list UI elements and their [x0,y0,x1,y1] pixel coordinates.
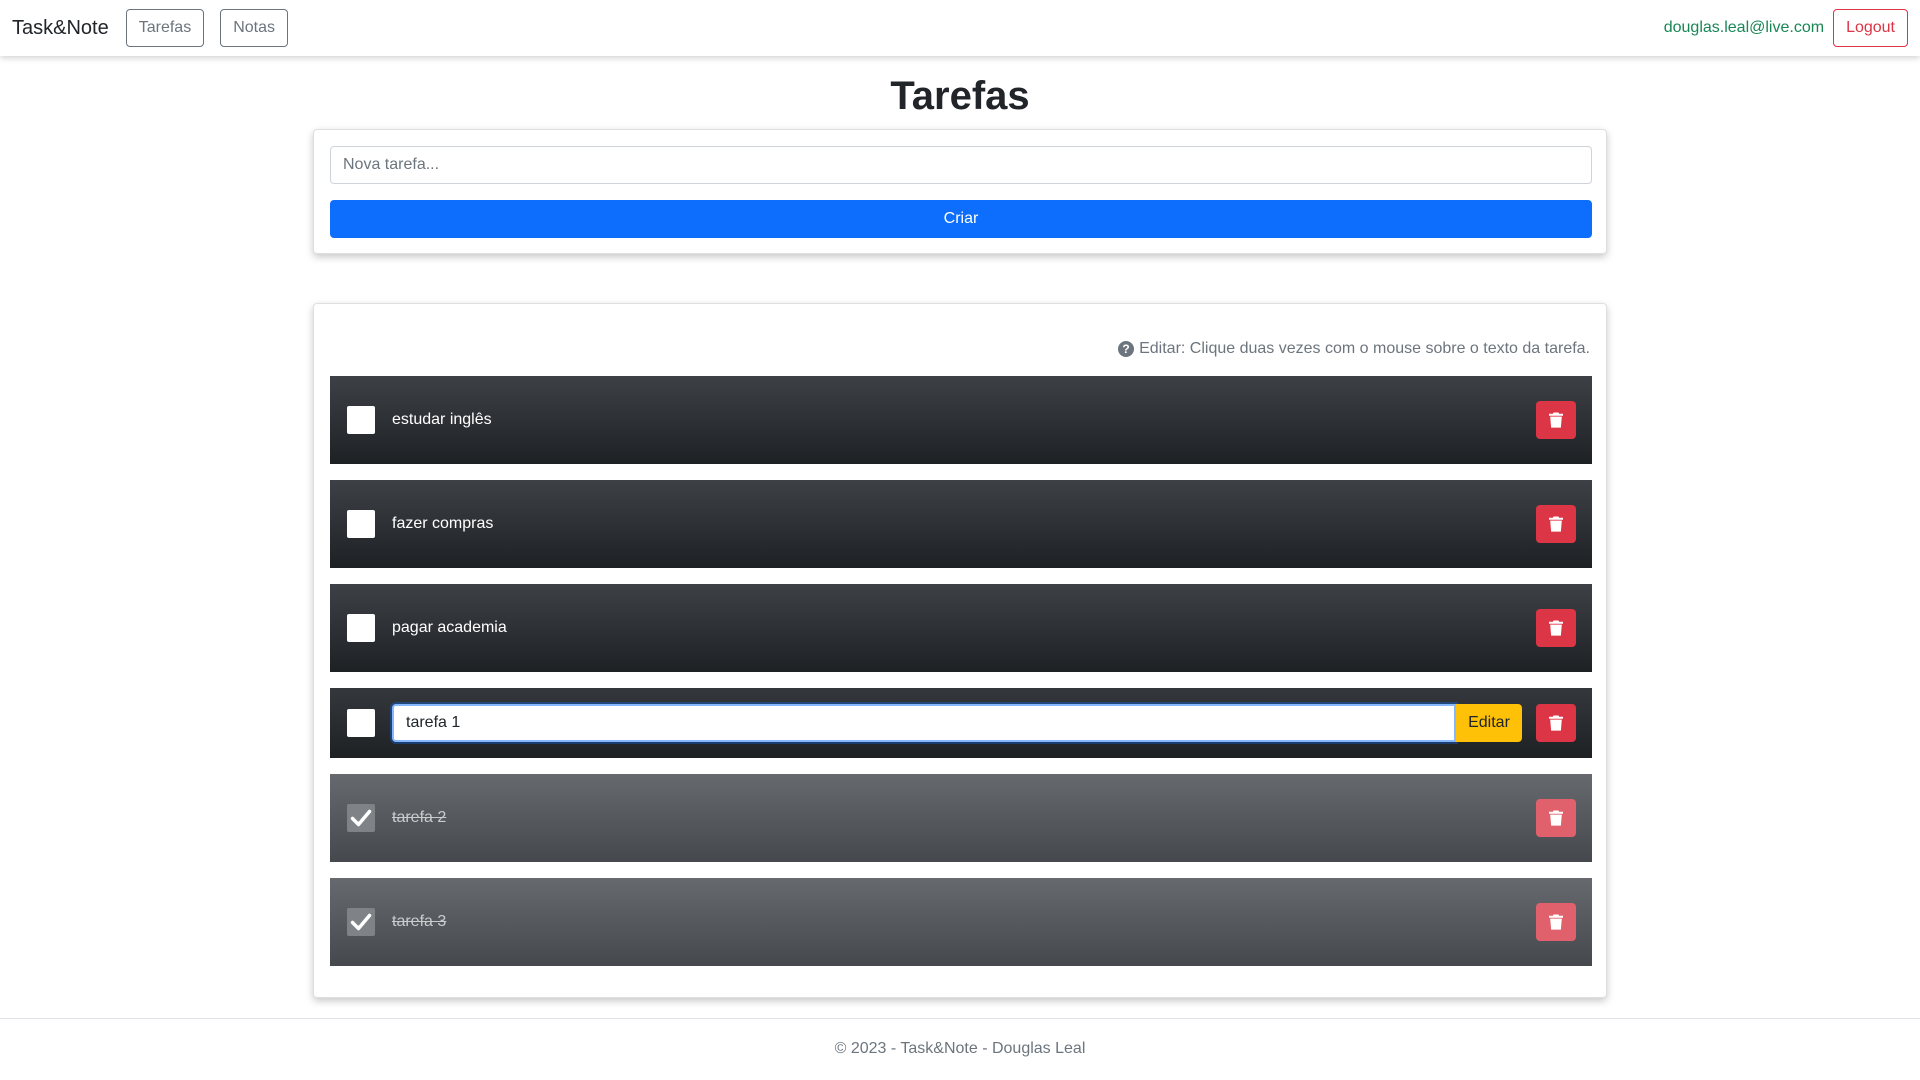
task-row-done: tarefa 3 [330,878,1592,966]
footer-text: © 2023 - Task&Note - Douglas Leal [834,1040,1086,1057]
delete-task-button[interactable] [1536,505,1576,543]
task-text[interactable]: fazer compras [392,515,493,533]
edit-task-input[interactable] [392,704,1456,742]
navbar: Task&Note Tarefas Notas douglas.leal@liv… [0,0,1920,56]
edit-hint: ? Editar: Clique duas vezes com o mouse … [1118,340,1590,358]
task-text[interactable]: pagar academia [392,619,507,637]
delete-task-button[interactable] [1536,609,1576,647]
nav-link-notas[interactable]: Notas [220,9,288,47]
delete-task-button[interactable] [1536,799,1576,837]
footer-divider [0,1018,1920,1019]
new-task-card: Criar [313,129,1607,254]
new-task-input[interactable] [330,146,1592,184]
trash-icon [1549,810,1563,826]
task-checkbox[interactable] [347,406,375,434]
checkmark-icon [350,913,372,931]
task-checkbox[interactable] [347,709,375,737]
task-row-done: tarefa 2 [330,774,1592,862]
logout-button[interactable]: Logout [1833,9,1908,47]
trash-icon [1549,620,1563,636]
checkmark-icon [350,809,372,827]
task-row: pagar academia [330,584,1592,672]
page-title: Tarefas [890,74,1030,118]
trash-icon [1549,412,1563,428]
delete-task-button[interactable] [1536,704,1576,742]
user-email: douglas.leal@live.com [1663,19,1825,36]
task-text[interactable]: tarefa 3 [392,913,446,931]
nav-user-area: douglas.leal@live.com Logout [1664,9,1908,47]
question-circle-icon: ? [1118,341,1135,357]
task-text[interactable]: tarefa 2 [392,809,446,827]
task-row-editing: Editar [330,688,1592,758]
create-task-button[interactable]: Criar [330,200,1592,238]
task-checkbox[interactable] [347,614,375,642]
task-text[interactable]: estudar inglês [392,411,492,429]
task-row: fazer compras [330,480,1592,568]
task-checkbox[interactable] [347,510,375,538]
trash-icon [1549,516,1563,532]
task-checkbox-checked[interactable] [347,908,375,936]
brand-logo[interactable]: Task&Note [12,17,109,40]
trash-icon [1549,715,1563,731]
delete-task-button[interactable] [1536,903,1576,941]
edit-task-button[interactable]: Editar [1456,704,1522,742]
delete-task-button[interactable] [1536,401,1576,439]
task-row: estudar inglês [330,376,1592,464]
task-list-card: ? Editar: Clique duas vezes com o mouse … [313,303,1607,998]
trash-icon [1549,914,1563,930]
edit-hint-text: Editar: Clique duas vezes com o mouse so… [1139,340,1590,357]
nav-link-tarefas[interactable]: Tarefas [125,9,205,47]
task-checkbox-checked[interactable] [347,804,375,832]
